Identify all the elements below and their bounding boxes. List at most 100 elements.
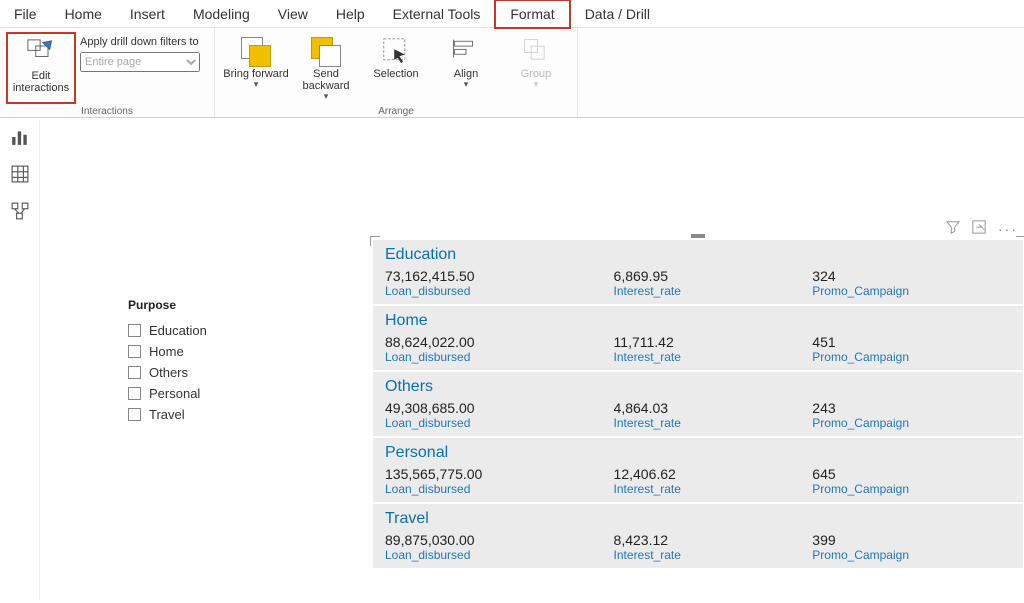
more-options-icon[interactable]: ··· [998, 221, 1018, 237]
card-value: 12,406.62 [614, 466, 813, 482]
drill-filters-label: Apply drill down filters to [80, 36, 199, 48]
card-col: 88,624,022.00Loan_disbursed [385, 334, 614, 364]
card-label: Promo_Campaign [812, 548, 1011, 562]
bring-forward-icon [238, 34, 274, 68]
card-label: Interest_rate [614, 284, 813, 298]
group-icon [518, 34, 554, 68]
align-button[interactable]: Align ▾ [431, 32, 501, 104]
card-label: Promo_Campaign [812, 284, 1011, 298]
card-col: 451Promo_Campaign [812, 334, 1011, 364]
purpose-slicer[interactable]: Purpose Education Home Others Personal T… [128, 298, 298, 425]
slicer-title: Purpose [128, 298, 298, 312]
card-row: 49,308,685.00Loan_disbursed4,864.03Inter… [385, 400, 1011, 430]
card-col: 8,423.12Interest_rate [614, 532, 813, 562]
bring-forward-button[interactable]: Bring forward ▾ [221, 32, 291, 104]
card-value: 11,711.42 [614, 334, 813, 350]
card-value: 243 [812, 400, 1011, 416]
checkbox-icon[interactable] [128, 324, 141, 337]
slicer-item-label: Education [149, 323, 207, 338]
multirow-card-visual[interactable]: ··· Education73,162,415.50Loan_disbursed… [372, 218, 1024, 569]
card[interactable]: Education73,162,415.50Loan_disbursed6,86… [373, 240, 1023, 304]
card-label: Loan_disbursed [385, 416, 614, 430]
group-button[interactable]: Group ▾ [501, 32, 571, 104]
selection-handle[interactable] [691, 234, 705, 238]
menu-view[interactable]: View [264, 1, 322, 27]
chevron-down-icon: ▾ [254, 80, 259, 90]
card-col: 89,875,030.00Loan_disbursed [385, 532, 614, 562]
report-canvas[interactable]: Purpose Education Home Others Personal T… [48, 118, 1024, 603]
selection-handle[interactable] [370, 236, 380, 246]
send-backward-button[interactable]: Send backward ▾ [291, 32, 361, 104]
menu-file[interactable]: File [0, 1, 51, 27]
card-col: 645Promo_Campaign [812, 466, 1011, 496]
slicer-item-label: Others [149, 365, 188, 380]
edit-interactions-button[interactable]: Edit interactions [6, 32, 76, 104]
filter-icon[interactable] [946, 220, 960, 237]
drill-filters-select[interactable]: Entire page [80, 52, 200, 72]
align-icon [448, 34, 484, 68]
menu-home[interactable]: Home [51, 1, 116, 27]
slicer-item-label: Personal [149, 386, 200, 401]
chevron-down-icon: ▾ [324, 92, 329, 102]
card-label: Interest_rate [614, 548, 813, 562]
card-label: Interest_rate [614, 350, 813, 364]
card-value: 8,423.12 [614, 532, 813, 548]
slicer-item[interactable]: Education [128, 320, 298, 341]
card-title: Personal [385, 442, 1011, 466]
slicer-item[interactable]: Personal [128, 383, 298, 404]
checkbox-icon[interactable] [128, 345, 141, 358]
slicer-item[interactable]: Travel [128, 404, 298, 425]
card-value: 324 [812, 268, 1011, 284]
edit-interactions-label: Edit interactions [8, 70, 74, 94]
menu-format[interactable]: Format [494, 0, 570, 29]
model-view-icon[interactable] [11, 202, 29, 223]
menu-insert[interactable]: Insert [116, 1, 179, 27]
card-value: 49,308,685.00 [385, 400, 614, 416]
ribbon-group-interactions: Edit interactions Apply drill down filte… [0, 28, 215, 117]
checkbox-icon[interactable] [128, 387, 141, 400]
card-col: 399Promo_Campaign [812, 532, 1011, 562]
edit-interactions-icon [23, 36, 59, 70]
card[interactable]: Home88,624,022.00Loan_disbursed11,711.42… [373, 304, 1023, 370]
selection-handle[interactable] [1016, 236, 1024, 246]
focus-mode-icon[interactable] [972, 220, 986, 237]
selection-label: Selection [373, 68, 418, 80]
menu-external-tools[interactable]: External Tools [379, 1, 495, 27]
card-value: 645 [812, 466, 1011, 482]
slicer-item[interactable]: Others [128, 362, 298, 383]
selection-button[interactable]: Selection [361, 32, 431, 104]
card[interactable]: Travel89,875,030.00Loan_disbursed8,423.1… [373, 502, 1023, 568]
chevron-down-icon: ▾ [534, 80, 539, 90]
card-value: 399 [812, 532, 1011, 548]
checkbox-icon[interactable] [128, 366, 141, 379]
card-row: 73,162,415.50Loan_disbursed6,869.95Inter… [385, 268, 1011, 298]
card-title: Home [385, 310, 1011, 334]
card-value: 88,624,022.00 [385, 334, 614, 350]
card-col: 49,308,685.00Loan_disbursed [385, 400, 614, 430]
menu-modeling[interactable]: Modeling [179, 1, 264, 27]
cards-container: Education73,162,415.50Loan_disbursed6,86… [372, 239, 1024, 569]
ribbon-group-arrange: Bring forward ▾ Send backward ▾ Selectio… [215, 28, 578, 117]
card-col: 6,869.95Interest_rate [614, 268, 813, 298]
card-label: Promo_Campaign [812, 482, 1011, 496]
card-title: Education [385, 244, 1011, 268]
card-label: Loan_disbursed [385, 350, 614, 364]
menu-help[interactable]: Help [322, 1, 379, 27]
report-view-icon[interactable] [11, 128, 29, 149]
card-col: 135,565,775.00Loan_disbursed [385, 466, 614, 496]
card-row: 89,875,030.00Loan_disbursed8,423.12Inter… [385, 532, 1011, 562]
slicer-item[interactable]: Home [128, 341, 298, 362]
card[interactable]: Personal135,565,775.00Loan_disbursed12,4… [373, 436, 1023, 502]
card-label: Promo_Campaign [812, 350, 1011, 364]
menu-data-drill[interactable]: Data / Drill [571, 1, 664, 27]
checkbox-icon[interactable] [128, 408, 141, 421]
card-label: Loan_disbursed [385, 482, 614, 496]
data-view-icon[interactable] [11, 165, 29, 186]
ribbon: Edit interactions Apply drill down filte… [0, 28, 1024, 118]
card-title: Travel [385, 508, 1011, 532]
send-backward-label: Send backward [291, 68, 361, 92]
card-value: 451 [812, 334, 1011, 350]
card-value: 73,162,415.50 [385, 268, 614, 284]
card-col: 12,406.62Interest_rate [614, 466, 813, 496]
card[interactable]: Others49,308,685.00Loan_disbursed4,864.0… [373, 370, 1023, 436]
